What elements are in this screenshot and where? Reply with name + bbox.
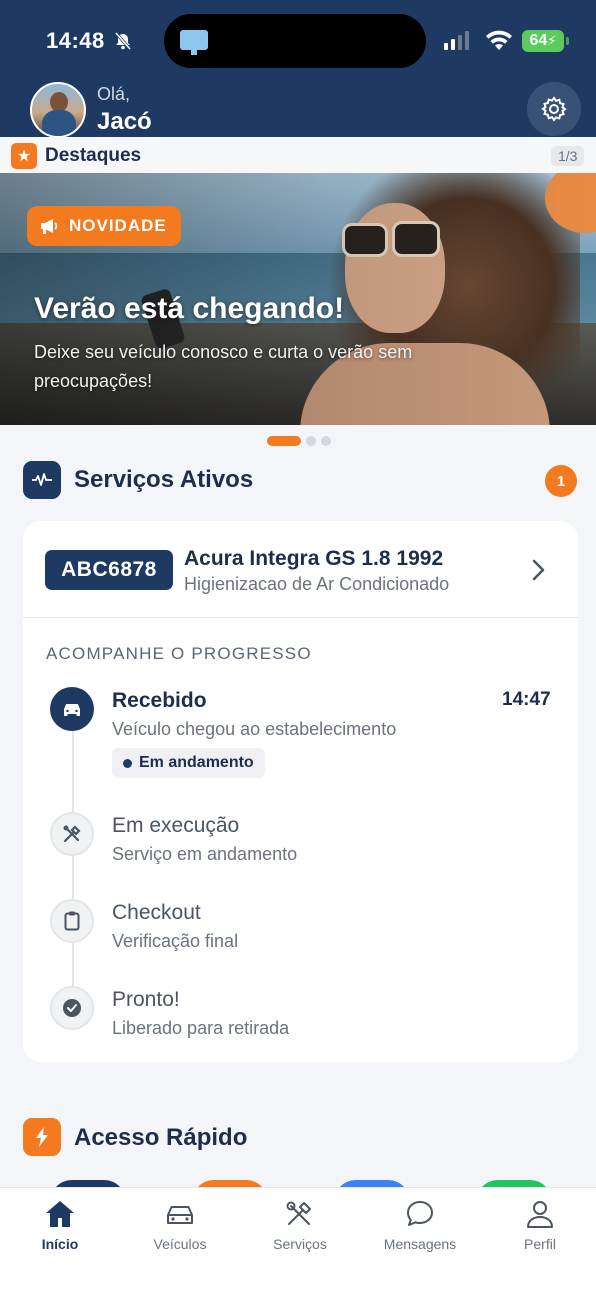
cell-signal-icon (444, 30, 469, 50)
chevron-right-icon[interactable] (527, 557, 549, 583)
step-title: Recebido (112, 689, 207, 712)
nav-vehicles[interactable]: Veículos (130, 1198, 230, 1258)
step-checkout-circle (50, 899, 94, 943)
step-desc: Liberado para retirada (112, 1018, 290, 1038)
active-services-title: Serviços Ativos (74, 466, 254, 493)
settings-button[interactable] (527, 82, 581, 136)
carousel-dot[interactable] (321, 436, 331, 446)
quick-access-title: Acesso Rápido (74, 1124, 248, 1151)
app-header: 14:48 64 ⚡ Olá, Jacó (0, 0, 596, 138)
active-services-count: 1 (545, 465, 577, 497)
vehicle-service: Higienizacao de Ar Condicionado (184, 574, 450, 594)
clock-text: 14:48 (46, 28, 105, 53)
vehicle-name: Acura Integra GS 1.8 1992 (184, 547, 444, 570)
progress-label: ACOMPANHE O PROGRESSO (46, 644, 312, 663)
home-icon (46, 1201, 74, 1227)
news-badge-label: NOVIDADE (69, 216, 167, 235)
step-ready-circle (50, 986, 94, 1030)
bottom-nav: Início Veículos Serviços Mensagens Perfi… (0, 1187, 596, 1290)
carousel-dot-active[interactable] (267, 436, 301, 446)
star-icon: ★ (11, 143, 37, 169)
clipboard-icon (64, 911, 80, 931)
step-time: 14:47 (502, 689, 551, 710)
status-time: 14:48 (46, 28, 133, 54)
screen-mirroring-icon (180, 30, 208, 50)
nav-home[interactable]: Início (10, 1198, 110, 1258)
step-title: Pronto! (112, 988, 180, 1011)
car-icon (64, 704, 80, 716)
dynamic-island (164, 14, 426, 68)
carousel-dots[interactable] (267, 436, 331, 446)
banner-title: Verão está chegando! (34, 292, 345, 325)
car-icon (167, 1206, 193, 1224)
megaphone-icon (41, 219, 58, 234)
nav-services[interactable]: Serviços (250, 1198, 350, 1258)
step-desc: Serviço em andamento (112, 844, 298, 864)
greeting-text: Olá, (97, 84, 131, 104)
bell-muted-icon (114, 32, 131, 50)
check-circle-icon (63, 999, 81, 1017)
nav-messages[interactable]: Mensagens (370, 1198, 470, 1258)
avatar[interactable] (30, 82, 86, 138)
step-desc: Verificação final (112, 931, 239, 951)
license-plate: ABC6878 (45, 550, 173, 590)
user-icon (527, 1201, 553, 1228)
highlight-counter: 1/3 (551, 146, 585, 166)
gear-icon (541, 96, 567, 122)
news-badge: NOVIDADE (27, 206, 181, 246)
user-name: Jacó (97, 108, 152, 135)
step-execution-circle (50, 812, 94, 856)
timeline-line (72, 709, 74, 1009)
banner-text: Deixe seu veículo conosco e curta o verã… (34, 342, 413, 391)
wifi-icon (486, 30, 512, 50)
vehicle-row[interactable]: ABC6878 Acura Integra GS 1.8 1992 Higien… (23, 521, 578, 618)
status-badge: Em andamento (112, 748, 265, 778)
lightning-icon (23, 1118, 61, 1156)
step-desc: Veículo chegou ao estabelecimento (112, 719, 397, 739)
step-received-circle (50, 687, 94, 731)
tools-icon (63, 825, 81, 843)
service-card: ABC6878 Acura Integra GS 1.8 1992 Higien… (23, 521, 578, 1062)
step-title: Em execução (112, 814, 240, 837)
activity-icon (23, 461, 61, 499)
step-title: Checkout (112, 901, 201, 924)
chat-icon (407, 1201, 433, 1226)
nav-profile[interactable]: Perfil (490, 1198, 590, 1258)
carousel-dot[interactable] (306, 436, 316, 446)
highlights-label: Destaques (45, 145, 142, 166)
battery-indicator: 64 ⚡ (522, 30, 564, 52)
tools-icon (286, 1201, 311, 1225)
